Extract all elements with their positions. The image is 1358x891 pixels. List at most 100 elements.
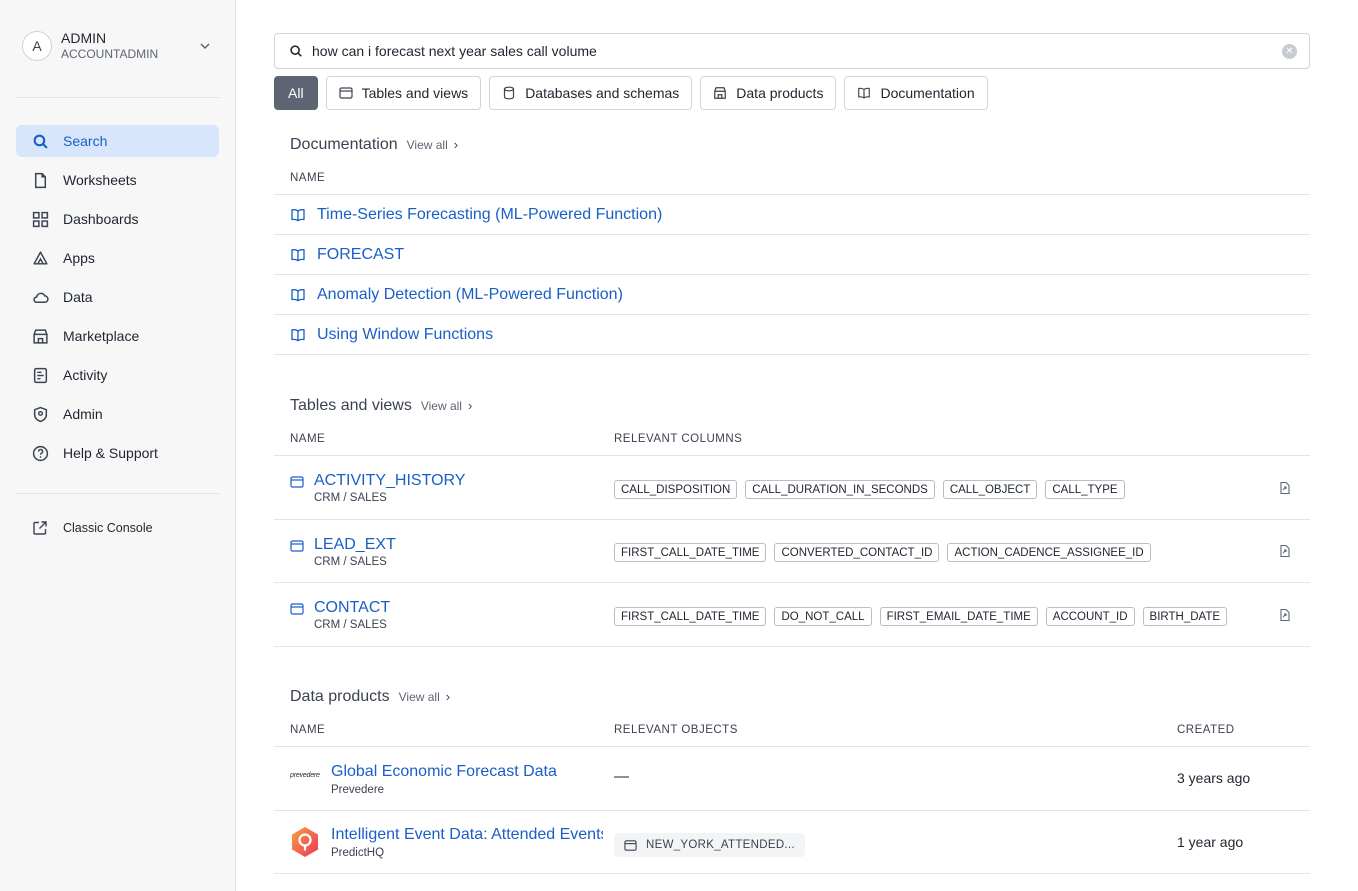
- provider-name: PredictHQ: [331, 847, 384, 859]
- filter-label: Data products: [736, 85, 823, 101]
- sidebar-item-data[interactable]: Data: [16, 281, 219, 313]
- user-menu[interactable]: A ADMIN ACCOUNTADMIN: [22, 28, 218, 64]
- sidebar-item-admin[interactable]: Admin: [16, 398, 219, 430]
- sidebar-item-apps[interactable]: Apps: [16, 242, 219, 274]
- search-icon: [32, 133, 49, 150]
- database-icon: [502, 86, 516, 100]
- table-name-link[interactable]: ACTIVITY_HISTORY: [314, 472, 465, 490]
- divider: [274, 519, 1310, 520]
- divider: [274, 646, 1310, 647]
- divider: [16, 97, 219, 98]
- created-date: 3 years ago: [1177, 770, 1250, 786]
- doc-link-row[interactable]: FORECAST: [290, 243, 404, 267]
- doc-link-row[interactable]: Anomaly Detection (ML-Powered Function): [290, 283, 623, 307]
- relevant-columns: CALL_DISPOSITION CALL_DURATION_IN_SECOND…: [614, 480, 1133, 499]
- table-icon: [339, 86, 353, 100]
- open-in-worksheet-icon[interactable]: [1278, 544, 1292, 558]
- section-heading: Tables and views: [290, 397, 412, 415]
- apps-icon: [32, 250, 49, 267]
- classic-console-label: Classic Console: [63, 521, 153, 535]
- filter-chips: All Tables and views Databases and schem…: [274, 76, 996, 110]
- column-tag: CALL_OBJECT: [943, 480, 1038, 499]
- table-name-link[interactable]: LEAD_EXT: [314, 536, 396, 554]
- search-input[interactable]: how can i forecast next year sales call …: [274, 33, 1310, 69]
- table-path: CRM / SALES: [314, 556, 387, 568]
- data-product-link[interactable]: Intelligent Event Data: Attended Events: [331, 826, 603, 844]
- filter-label: Databases and schemas: [525, 85, 679, 101]
- doc-link[interactable]: Time-Series Forecasting (ML-Powered Func…: [317, 206, 662, 224]
- doc-link[interactable]: FORECAST: [317, 246, 404, 264]
- filter-tables-and-views[interactable]: Tables and views: [326, 76, 482, 110]
- main-content: how can i forecast next year sales call …: [274, 0, 1310, 891]
- relevant-objects: NEW_YORK_ATTENDED...: [614, 833, 805, 857]
- divider: [274, 274, 1310, 275]
- products-view-all-link[interactable]: View all: [399, 690, 440, 704]
- cloud-icon: [32, 289, 49, 306]
- filter-all[interactable]: All: [274, 76, 318, 110]
- column-tag: BIRTH_DATE: [1143, 607, 1228, 626]
- data-product-link[interactable]: Global Economic Forecast Data: [331, 763, 603, 781]
- avatar: A: [22, 31, 52, 61]
- divider: [274, 746, 1310, 747]
- column-tag: CALL_DURATION_IN_SECONDS: [745, 480, 935, 499]
- column-header-name: NAME: [290, 172, 325, 184]
- filter-label: All: [288, 85, 304, 101]
- doc-link-row[interactable]: Time-Series Forecasting (ML-Powered Func…: [290, 203, 662, 227]
- filter-databases-and-schemas[interactable]: Databases and schemas: [489, 76, 692, 110]
- object-chip[interactable]: NEW_YORK_ATTENDED...: [614, 833, 805, 857]
- classic-console-link[interactable]: Classic Console: [16, 517, 153, 539]
- book-icon: [290, 207, 306, 223]
- table-icon: [290, 539, 304, 553]
- filter-data-products[interactable]: Data products: [700, 76, 836, 110]
- sidebar-item-marketplace[interactable]: Marketplace: [16, 320, 219, 352]
- divider: [274, 810, 1310, 811]
- filter-documentation[interactable]: Documentation: [844, 76, 987, 110]
- book-icon: [290, 327, 306, 343]
- documentation-view-all-link[interactable]: View all: [407, 138, 448, 152]
- open-in-worksheet-icon[interactable]: [1278, 481, 1292, 495]
- column-tag: FIRST_CALL_DATE_TIME: [614, 543, 766, 562]
- sidebar-item-search[interactable]: Search: [16, 125, 219, 157]
- sidebar-item-label: Admin: [63, 406, 103, 422]
- relevant-columns: FIRST_CALL_DATE_TIME CONVERTED_CONTACT_I…: [614, 543, 1159, 562]
- column-tag: CALL_DISPOSITION: [614, 480, 737, 499]
- help-icon: [32, 445, 49, 462]
- divider: [274, 314, 1310, 315]
- divider: [274, 582, 1310, 583]
- doc-link[interactable]: Anomaly Detection (ML-Powered Function): [317, 286, 623, 304]
- doc-link-row[interactable]: Using Window Functions: [290, 323, 493, 347]
- sidebar-item-label: Marketplace: [63, 328, 139, 344]
- sidebar-item-label: Search: [63, 133, 107, 149]
- table-name-link[interactable]: CONTACT: [314, 599, 390, 617]
- close-icon: ✕: [1285, 47, 1293, 57]
- sidebar-item-label: Worksheets: [63, 172, 137, 188]
- search-query: how can i forecast next year sales call …: [312, 43, 597, 59]
- shield-icon: [32, 406, 49, 423]
- table-path: CRM / SALES: [314, 492, 387, 504]
- products-section-title: Data products View all ›: [290, 688, 450, 706]
- column-tag: DO_NOT_CALL: [774, 607, 871, 626]
- filter-label: Tables and views: [362, 85, 469, 101]
- sidebar-item-dashboards[interactable]: Dashboards: [16, 203, 219, 235]
- object-name: NEW_YORK_ATTENDED...: [646, 839, 795, 851]
- open-in-worksheet-icon[interactable]: [1278, 608, 1292, 622]
- sidebar-nav: Search Worksheets Dashboards Apps Data M…: [16, 125, 219, 476]
- divider: [274, 354, 1310, 355]
- tables-view-all-link[interactable]: View all: [421, 399, 462, 413]
- sidebar-item-help[interactable]: Help & Support: [16, 437, 219, 469]
- column-tag: CONVERTED_CONTACT_ID: [774, 543, 939, 562]
- sidebar-item-label: Data: [63, 289, 93, 305]
- sidebar-item-worksheets[interactable]: Worksheets: [16, 164, 219, 196]
- book-icon: [857, 86, 871, 100]
- column-tag: CALL_TYPE: [1045, 480, 1124, 499]
- chevron-down-icon: [198, 39, 212, 53]
- sidebar-item-activity[interactable]: Activity: [16, 359, 219, 391]
- created-date: 1 year ago: [1177, 834, 1243, 850]
- doc-link[interactable]: Using Window Functions: [317, 326, 493, 344]
- table-icon: [290, 602, 304, 616]
- store-icon: [713, 86, 727, 100]
- column-tag: FIRST_CALL_DATE_TIME: [614, 607, 766, 626]
- clear-search-button[interactable]: ✕: [1282, 44, 1297, 59]
- documentation-section-title: Documentation View all ›: [290, 136, 458, 154]
- relevant-objects-empty: —: [614, 768, 629, 785]
